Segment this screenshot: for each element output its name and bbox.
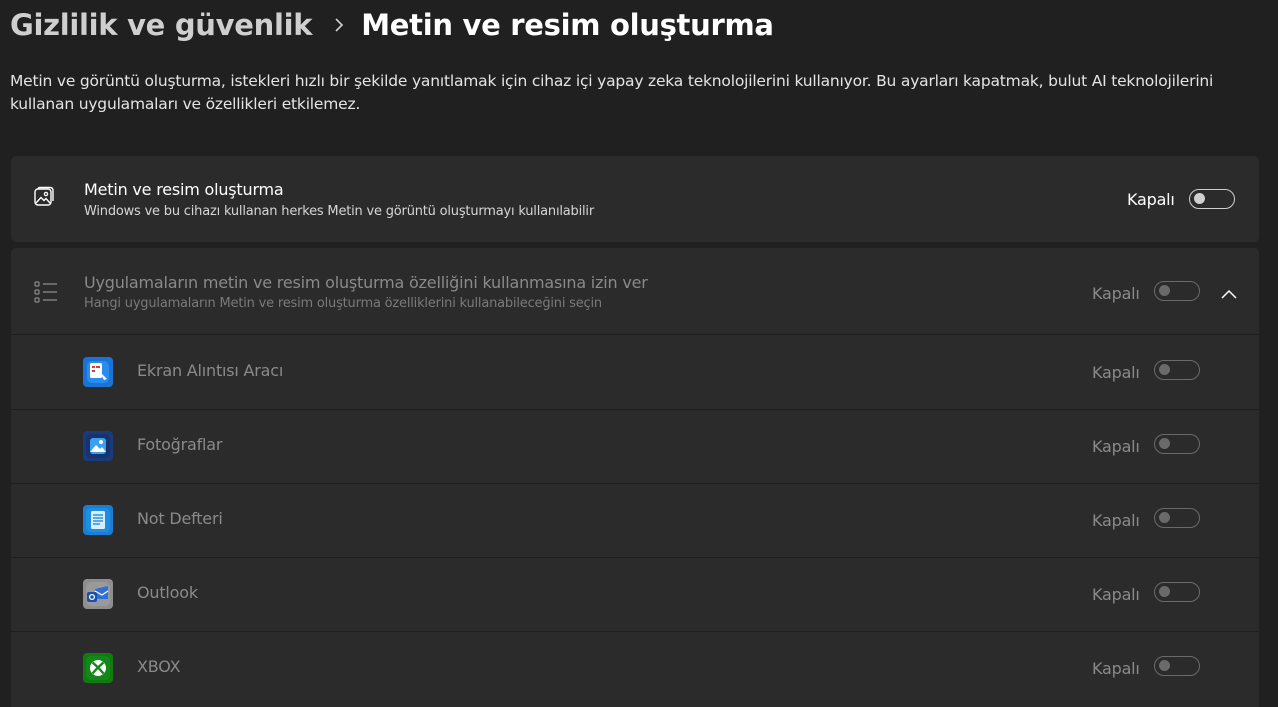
photos-icon [83, 431, 113, 461]
app-name: Fotoğraflar [137, 435, 223, 454]
toggle-knob [1159, 285, 1170, 296]
apps-section-subtitle: Hangi uygulamaların Metin ve resim oluşt… [84, 296, 602, 311]
breadcrumb-parent-link[interactable]: Gizlilik ve güvenlik [10, 8, 313, 42]
app-name: Outlook [137, 583, 198, 602]
snipping-tool-icon [83, 357, 113, 387]
page-description: Metin ve görüntü oluşturma, istekleri hı… [10, 72, 1214, 113]
toggle-knob [1159, 364, 1170, 375]
apps-section-toggle[interactable] [1154, 281, 1200, 301]
main-setting-subtitle: Windows ve bu cihazı kullanan herkes Met… [84, 204, 594, 219]
toggle-knob [1159, 586, 1170, 597]
apps-section-state: Kapalı [1092, 284, 1140, 303]
main-setting-toggle[interactable] [1189, 189, 1235, 209]
toggle-knob [1159, 660, 1170, 671]
breadcrumb: Gizlilik ve güvenlik Metin ve resim oluş… [10, 2, 774, 48]
app-row-outlook: Outlook Kapalı [11, 557, 1259, 632]
app-state: Kapalı [1092, 659, 1140, 678]
notepad-icon [83, 505, 113, 535]
image-generation-icon [33, 186, 55, 212]
app-state: Kapalı [1092, 437, 1140, 456]
list-icon [34, 281, 58, 307]
app-row-snipping-tool: Ekran Alıntısı Aracı Kapalı [11, 335, 1259, 410]
app-toggle-xbox[interactable] [1154, 656, 1200, 676]
app-toggle-outlook[interactable] [1154, 582, 1200, 602]
app-row-notepad: Not Defteri Kapalı [11, 483, 1259, 558]
app-name: XBOX [137, 657, 181, 676]
xbox-icon [83, 653, 113, 683]
app-toggle-photos[interactable] [1154, 434, 1200, 454]
app-row-photos: Fotoğraflar Kapalı [11, 409, 1259, 484]
app-state: Kapalı [1092, 511, 1140, 530]
main-setting-title: Metin ve resim oluşturma [84, 180, 284, 199]
toggle-knob [1159, 512, 1170, 523]
chevron-right-icon [334, 18, 344, 32]
outlook-icon [83, 579, 113, 609]
app-toggle-snipping-tool[interactable] [1154, 360, 1200, 380]
app-state: Kapalı [1092, 363, 1140, 382]
toggle-knob [1194, 193, 1205, 204]
page-title: Metin ve resim oluşturma [361, 8, 774, 42]
chevron-up-icon[interactable] [1221, 284, 1237, 303]
toggle-knob [1159, 438, 1170, 449]
settings-page: Gizlilik ve güvenlik Metin ve resim oluş… [0, 0, 1278, 707]
apps-section-header[interactable]: Uygulamaların metin ve resim oluşturma ö… [11, 248, 1259, 335]
app-toggle-notepad[interactable] [1154, 508, 1200, 528]
apps-section-title: Uygulamaların metin ve resim oluşturma ö… [84, 273, 648, 292]
app-name: Ekran Alıntısı Aracı [137, 361, 284, 380]
app-name: Not Defteri [137, 509, 223, 528]
main-setting-state: Kapalı [1127, 190, 1175, 209]
main-setting-card: Metin ve resim oluşturma Windows ve bu c… [11, 156, 1259, 242]
apps-setting-card: Uygulamaların metin ve resim oluşturma ö… [11, 248, 1259, 707]
app-row-xbox: XBOX Kapalı [11, 631, 1259, 705]
app-state: Kapalı [1092, 585, 1140, 604]
